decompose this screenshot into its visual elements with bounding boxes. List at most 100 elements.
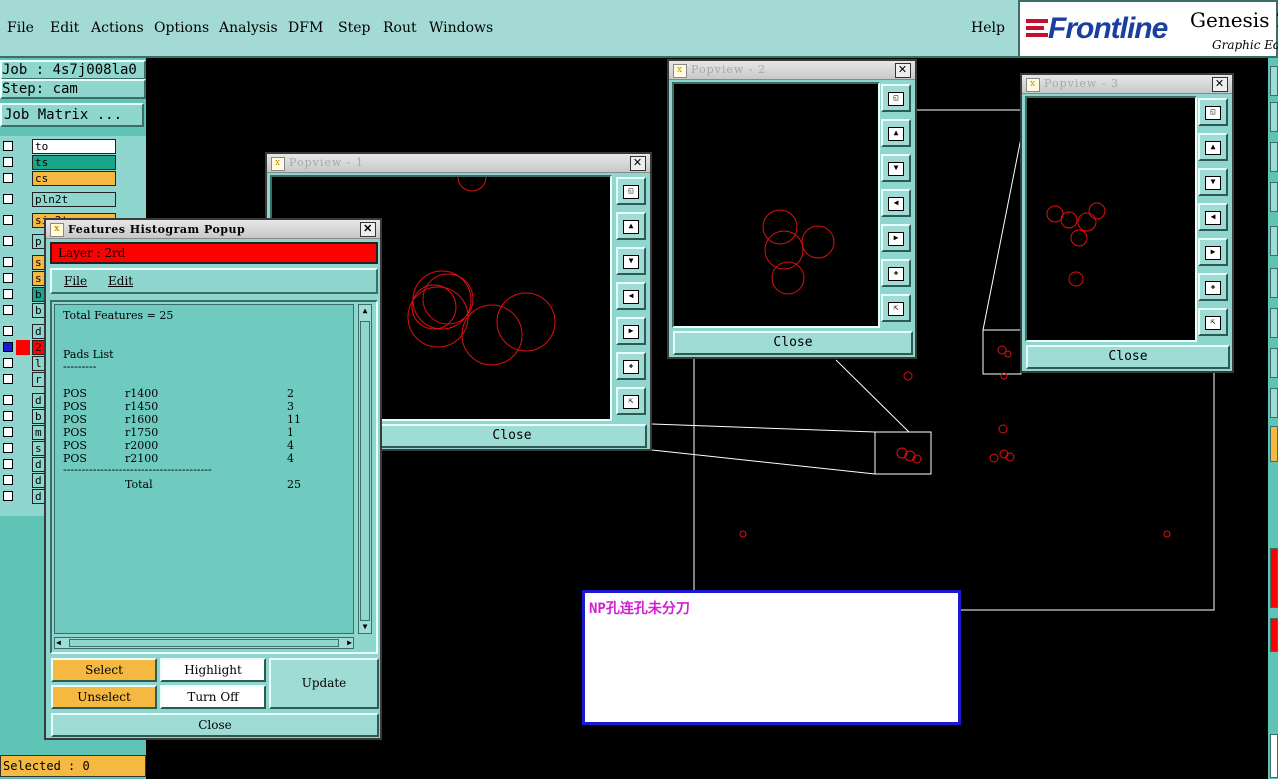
close-icon[interactable]: ✕ bbox=[630, 156, 646, 171]
layer-checkbox[interactable] bbox=[3, 443, 13, 453]
side-tool-button[interactable] bbox=[1270, 618, 1278, 652]
menu-analysis[interactable]: Analysis bbox=[219, 20, 278, 36]
scrollbar-thumb[interactable] bbox=[360, 321, 370, 621]
layer-checkbox[interactable] bbox=[3, 427, 13, 437]
layer-checkbox[interactable] bbox=[3, 173, 13, 183]
highlight-button[interactable]: Highlight bbox=[160, 658, 266, 682]
zoom-in-icon[interactable]: ✚ bbox=[881, 259, 911, 287]
side-tool-button[interactable] bbox=[1270, 226, 1278, 256]
job-matrix-button[interactable]: Job Matrix ... bbox=[0, 103, 144, 127]
layer-checkbox[interactable] bbox=[3, 236, 13, 246]
side-tool-button[interactable] bbox=[1270, 734, 1278, 778]
pan-up-icon[interactable]: ▲ bbox=[1198, 133, 1228, 161]
side-tool-button[interactable] bbox=[1270, 388, 1278, 418]
menu-step[interactable]: Step bbox=[338, 20, 370, 36]
side-tool-button[interactable] bbox=[1270, 102, 1278, 132]
close-icon[interactable]: ✕ bbox=[1212, 77, 1228, 92]
side-tool-button[interactable] bbox=[1270, 308, 1278, 338]
layer-checkbox[interactable] bbox=[3, 157, 13, 167]
menu-help[interactable]: Help bbox=[971, 20, 1005, 36]
close-icon[interactable]: ✕ bbox=[360, 222, 376, 237]
scroll-up-icon[interactable]: ▲ bbox=[360, 306, 370, 316]
popview-3-close-button[interactable]: Close bbox=[1026, 345, 1230, 369]
vertical-scrollbar[interactable]: ▲ ▼ bbox=[358, 304, 372, 634]
histogram-menu-file[interactable]: File bbox=[64, 274, 87, 288]
close-icon[interactable]: ✕ bbox=[895, 63, 911, 78]
h-scrollbar-thumb[interactable] bbox=[69, 639, 339, 647]
side-tool-button[interactable] bbox=[1270, 142, 1278, 172]
popview-1-close-button[interactable]: Close bbox=[377, 424, 647, 448]
layer-checkbox[interactable] bbox=[3, 475, 13, 485]
pan-left-icon[interactable]: ◀ bbox=[1198, 203, 1228, 231]
layer-checkbox[interactable] bbox=[3, 215, 13, 225]
pan-left-icon[interactable]: ◀ bbox=[616, 282, 646, 310]
zoom-out-icon[interactable]: ⇱ bbox=[881, 294, 911, 322]
menu-dfm[interactable]: DFM bbox=[288, 20, 323, 36]
layer-checkbox[interactable] bbox=[3, 459, 13, 469]
menu-options[interactable]: Options bbox=[154, 20, 209, 36]
layer-name[interactable]: pln2t bbox=[32, 192, 116, 207]
histogram-text-pane[interactable]: Total Features = 25 Pads List --------- … bbox=[54, 304, 354, 634]
popview-2-canvas[interactable] bbox=[672, 82, 880, 328]
zoom-out-icon[interactable]: ⇱ bbox=[616, 387, 646, 415]
layer-checkbox[interactable] bbox=[3, 491, 13, 501]
layer-checkbox[interactable] bbox=[3, 395, 13, 405]
popview-3-canvas[interactable] bbox=[1025, 96, 1197, 342]
layer-row[interactable]: to bbox=[0, 139, 146, 154]
pan-left-icon[interactable]: ◀ bbox=[881, 189, 911, 217]
layer-checkbox[interactable] bbox=[3, 257, 13, 267]
pan-right-icon[interactable]: ▶ bbox=[616, 317, 646, 345]
layer-checkbox[interactable] bbox=[3, 194, 13, 204]
layer-checkbox[interactable] bbox=[3, 358, 13, 368]
layer-checkbox[interactable] bbox=[3, 289, 13, 299]
zoom-fit-icon[interactable]: ◱ bbox=[1198, 98, 1228, 126]
menu-rout[interactable]: Rout bbox=[383, 20, 417, 36]
select-button[interactable]: Select bbox=[51, 658, 157, 682]
zoom-fit-icon[interactable]: ◱ bbox=[616, 177, 646, 205]
scroll-right-icon[interactable]: ▶ bbox=[347, 638, 352, 647]
menu-file[interactable]: File bbox=[7, 20, 34, 36]
pan-down-icon[interactable]: ▼ bbox=[1198, 168, 1228, 196]
menu-edit[interactable]: Edit bbox=[50, 20, 79, 36]
layer-checkbox[interactable] bbox=[3, 374, 13, 384]
layer-checkbox[interactable] bbox=[3, 273, 13, 283]
histogram-titlebar[interactable]: x Features Histogram Popup ✕ bbox=[46, 220, 380, 239]
layer-checkbox[interactable] bbox=[3, 326, 13, 336]
layer-checkbox[interactable] bbox=[3, 305, 13, 315]
zoom-out-icon[interactable]: ⇱ bbox=[1198, 308, 1228, 336]
pan-down-icon[interactable]: ▼ bbox=[616, 247, 646, 275]
histogram-menu-edit[interactable]: Edit bbox=[108, 274, 133, 288]
layer-name[interactable]: ts bbox=[32, 155, 116, 170]
pan-right-icon[interactable]: ▶ bbox=[881, 224, 911, 252]
zoom-fit-icon[interactable]: ◱ bbox=[881, 84, 911, 112]
layer-row[interactable]: pln2t bbox=[0, 192, 146, 207]
histogram-close-button[interactable]: Close bbox=[51, 713, 379, 737]
horizontal-scrollbar[interactable]: ◀ ▶ bbox=[54, 637, 354, 649]
turn-off-button[interactable]: Turn Off bbox=[160, 685, 266, 709]
layer-name[interactable]: to bbox=[32, 139, 116, 154]
side-tool-button[interactable] bbox=[1270, 548, 1278, 608]
popview-2-close-button[interactable]: Close bbox=[673, 331, 913, 355]
layer-name[interactable]: cs bbox=[32, 171, 116, 186]
layer-row[interactable]: cs bbox=[0, 171, 146, 186]
zoom-in-icon[interactable]: ✚ bbox=[616, 352, 646, 380]
update-button[interactable]: Update bbox=[269, 658, 379, 709]
side-tool-button[interactable] bbox=[1270, 66, 1278, 96]
scroll-left-icon[interactable]: ◀ bbox=[56, 638, 61, 647]
layer-checkbox[interactable] bbox=[3, 411, 13, 421]
layer-row[interactable]: ts bbox=[0, 155, 146, 170]
scroll-down-icon[interactable]: ▼ bbox=[360, 622, 370, 632]
unselect-button[interactable]: Unselect bbox=[51, 685, 157, 709]
side-tool-button[interactable] bbox=[1270, 182, 1278, 212]
zoom-in-icon[interactable]: ✚ bbox=[1198, 273, 1228, 301]
menu-actions[interactable]: Actions bbox=[91, 20, 144, 36]
side-tool-button[interactable] bbox=[1270, 426, 1278, 462]
popview-2-titlebar[interactable]: x Popview - 2 ✕ bbox=[669, 61, 915, 80]
popview-1-titlebar[interactable]: x Popview - 1 ✕ bbox=[267, 154, 650, 173]
layer-checkbox[interactable] bbox=[3, 141, 13, 151]
pan-up-icon[interactable]: ▲ bbox=[881, 119, 911, 147]
layer-checkbox[interactable] bbox=[3, 342, 13, 352]
side-tool-button[interactable] bbox=[1270, 268, 1278, 298]
pan-up-icon[interactable]: ▲ bbox=[616, 212, 646, 240]
side-tool-button[interactable] bbox=[1270, 348, 1278, 378]
